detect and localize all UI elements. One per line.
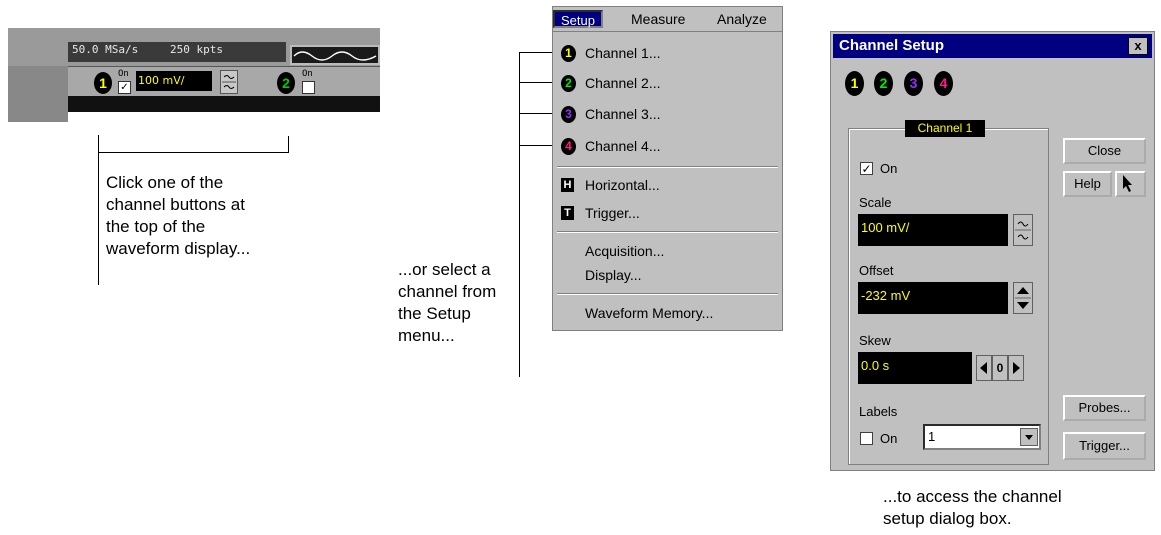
channel-1-button[interactable]: 1 — [94, 72, 112, 94]
labels-label: Labels — [859, 404, 898, 419]
menu-measure[interactable]: Measure — [625, 10, 691, 28]
menu-item-acquisition[interactable]: Acquisition... — [553, 239, 782, 263]
points-count: 250 kpts — [170, 43, 223, 56]
connector-line — [519, 52, 520, 377]
right-arrow-icon — [1013, 362, 1020, 374]
connector-line — [98, 135, 99, 285]
menu-item-horizontal[interactable]: H Horizontal... — [553, 173, 782, 197]
scale-label: Scale — [859, 195, 892, 210]
connector-line — [98, 152, 288, 153]
menu-item-waveform-memory[interactable]: Waveform Memory... — [553, 301, 782, 325]
scale-field[interactable]: 100 mV/ — [858, 214, 1008, 246]
waveform-area-edge — [68, 96, 380, 112]
setup-menu: Setup Measure Analyze 1 Channel 1... 2 C… — [552, 6, 783, 331]
menu-separator — [557, 293, 778, 295]
dialog-channel-3-button[interactable]: 3 — [904, 71, 923, 96]
menu-item-channel-4[interactable]: 4 Channel 4... — [553, 134, 782, 158]
menu-item-channel-2[interactable]: 2 Channel 2... — [553, 71, 782, 95]
scale-spinner[interactable] — [1013, 214, 1033, 246]
channel-3-icon: 3 — [561, 106, 576, 123]
ch1-on-label: On — [118, 69, 129, 79]
close-button[interactable]: Close — [1063, 138, 1146, 164]
caption-left: Click one of the channel buttons at the … — [106, 173, 251, 258]
chevron-down-icon[interactable] — [1020, 428, 1038, 446]
menu-item-channel-1[interactable]: 1 Channel 1... — [553, 41, 782, 65]
menu-item-display[interactable]: Display... — [553, 263, 782, 287]
whats-this-button[interactable] — [1115, 171, 1146, 197]
probes-button[interactable]: Probes... — [1063, 395, 1146, 421]
skew-zero-button[interactable]: 0 — [992, 355, 1008, 381]
whats-this-icon — [1122, 175, 1132, 192]
dialog-channel-2-button[interactable]: 2 — [874, 71, 893, 96]
connector-line — [519, 52, 552, 53]
acquisition-readout: 50.0 MSa/s 250 kpts — [68, 42, 286, 62]
up-down-arrows-icon — [1015, 287, 1031, 309]
skew-decrease-button[interactable] — [976, 355, 992, 381]
connector-line — [519, 82, 552, 83]
offset-spinner[interactable] — [1013, 282, 1033, 314]
connector-line — [519, 113, 552, 114]
skew-label: Skew — [859, 333, 891, 348]
dialog-title: Channel Setup — [833, 34, 1152, 58]
menu-item-channel-3[interactable]: 3 Channel 3... — [553, 102, 782, 126]
trigger-button[interactable]: Trigger... — [1063, 432, 1146, 460]
scope-side-panel — [8, 66, 68, 122]
channel-2-button[interactable]: 2 — [277, 72, 295, 94]
tilde-icon — [222, 75, 236, 89]
dialog-channel-1-button[interactable]: 1 — [845, 71, 864, 96]
skew-field[interactable]: 0.0 s — [858, 352, 972, 384]
tilde-icon — [1015, 221, 1031, 240]
waveform-preview — [290, 45, 380, 65]
labels-on-checkbox[interactable] — [860, 432, 873, 445]
dialog-channel-4-button[interactable]: 4 — [934, 71, 953, 96]
ch2-on-checkbox[interactable] — [302, 81, 315, 94]
channel-control-row: 1 On ✓ 100 mV/ 2 On — [68, 66, 380, 97]
connector-line — [519, 145, 552, 146]
sample-rate: 50.0 MSa/s — [72, 43, 139, 56]
skew-increase-button[interactable] — [1008, 355, 1024, 381]
left-arrow-icon — [980, 362, 987, 374]
menu-analyze[interactable]: Analyze — [711, 10, 773, 28]
channel-1-icon: 1 — [561, 45, 576, 62]
channel-group-label: Channel 1 — [905, 120, 985, 137]
ch1-scale-spinner[interactable] — [220, 70, 238, 94]
caption-middle: ...or select a channel from the Setup me… — [398, 260, 497, 345]
trigger-icon: T — [561, 206, 574, 220]
menu-item-trigger[interactable]: T Trigger... — [553, 201, 782, 225]
channel-4-icon: 4 — [561, 138, 576, 155]
offset-field[interactable]: -232 mV — [858, 282, 1008, 314]
scope-display-strip: 50.0 MSa/s 250 kpts 1 On ✓ 100 mV/ 2 On — [8, 28, 380, 122]
horizontal-icon: H — [561, 178, 574, 192]
menu-setup[interactable]: Setup — [553, 10, 603, 28]
channel-2-icon: 2 — [561, 75, 576, 92]
offset-label: Offset — [859, 263, 894, 278]
connector-line — [288, 136, 289, 153]
on-checkbox[interactable]: ✓ — [860, 162, 873, 176]
help-button[interactable]: Help — [1063, 171, 1112, 197]
menu-separator — [557, 231, 778, 233]
ch2-on-label: On — [302, 69, 313, 79]
ch1-scale-field[interactable]: 100 mV/ — [136, 71, 212, 91]
labels-on-label: On — [880, 431, 898, 446]
caption-right: ...to access the channel setup dialog bo… — [883, 487, 1062, 528]
menu-bar: Setup Measure Analyze — [553, 7, 782, 32]
close-icon[interactable]: x — [1128, 37, 1148, 55]
ch1-on-checkbox[interactable]: ✓ — [118, 81, 131, 94]
on-label: On — [880, 161, 898, 176]
sine-wave-icon — [293, 51, 377, 61]
menu-separator — [557, 166, 778, 168]
